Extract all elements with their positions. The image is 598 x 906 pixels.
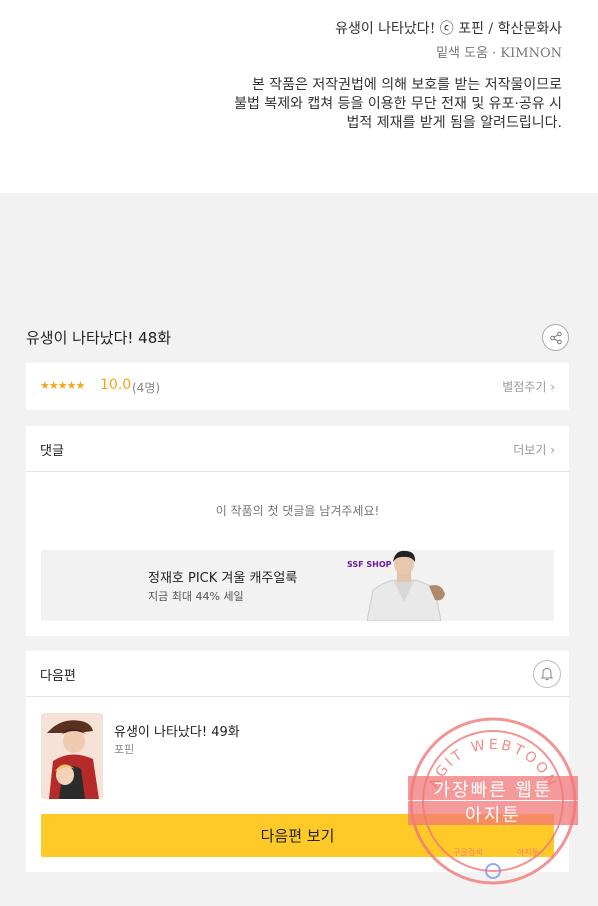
next-heading: 다음편 — [40, 669, 76, 684]
next-episode-thumbnail[interactable] — [41, 713, 103, 799]
ad-banner[interactable]: 정재호 PICK 겨울 캐주얼룩 지금 최대 44% 세일 SSF SHOP — [41, 550, 554, 621]
next-episode-author: 포핀 — [114, 743, 135, 756]
bell-icon — [540, 667, 554, 681]
episode-title: 유생이 나타났다! 48화 — [26, 329, 172, 347]
rating-stars: ★★★★★ — [40, 379, 85, 392]
ad-model-image — [366, 550, 445, 621]
ad-title: 정재호 PICK 겨울 캐주얼룩 — [148, 571, 298, 586]
credits-section: 유생이 나타났다! ⓒ 포핀 / 학산문화사 밑색 도움 · KIMNON 본 … — [0, 0, 598, 193]
comment-header: 댓글 더보기 › — [26, 426, 569, 472]
thumbnail-image — [41, 713, 103, 799]
copyright-notice-2: 불법 복제와 캡쳐 등을 이용한 무단 전재 및 유포·공유 시 — [234, 96, 562, 112]
credits-title: 유생이 나타났다! ⓒ 포핀 / 학산문화사 — [335, 21, 562, 37]
next-header: 다음편 — [26, 651, 569, 697]
copyright-notice-1: 본 작품은 저작권법에 의해 보호를 받는 저작물이므로 — [251, 77, 562, 93]
share-button[interactable] — [542, 324, 569, 351]
copyright-notice-3: 법적 제재를 받게 됨을 알려드립니다. — [346, 115, 562, 131]
comment-card: 댓글 더보기 › 이 작품의 첫 댓글을 남겨주세요! 정재호 PICK 겨울 … — [26, 426, 569, 636]
comment-more-link[interactable]: 더보기 › — [513, 441, 555, 458]
next-episode-title: 유생이 나타났다! 49화 — [114, 725, 240, 740]
rate-button[interactable]: 별점주기 › — [502, 378, 555, 395]
next-episode-card: 다음편 유생이 나타났다! 49화 포핀 다음편 보기 — [26, 651, 569, 872]
rating-card: ★★★★★ 10.0 (4명) 별점주기 › — [26, 363, 569, 410]
ad-subtitle: 지금 최대 44% 세일 — [148, 590, 244, 603]
share-icon — [549, 331, 562, 344]
comment-empty-message: 이 작품의 첫 댓글을 남겨주세요! — [215, 504, 380, 518]
next-episode-button[interactable]: 다음편 보기 — [41, 814, 554, 857]
rating-score: 10.0 — [100, 377, 132, 393]
notify-button[interactable] — [533, 660, 561, 688]
comment-heading: 댓글 — [40, 444, 64, 459]
rating-count: (4명) — [132, 381, 161, 395]
credits-staff: 밑색 도움 · KIMNON — [436, 46, 562, 61]
